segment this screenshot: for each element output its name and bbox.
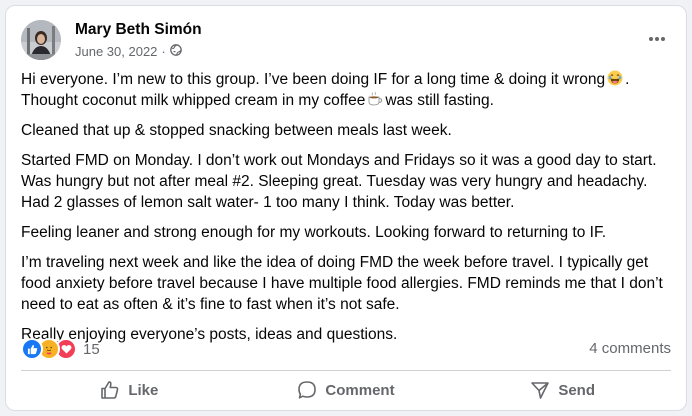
send-label: Send [558, 381, 596, 399]
post-text-1d: was still fasting. [385, 92, 494, 109]
post-stats: 15 4 comments [21, 338, 671, 360]
send-arrow-icon [530, 380, 550, 400]
comment-label: Comment [325, 381, 395, 399]
post-meta: June 30, 2022 · [75, 44, 182, 59]
reactions-summary[interactable]: 15 [21, 338, 100, 360]
post-actions: Like Comment Send [21, 374, 671, 406]
post-text-1b: . [625, 71, 630, 88]
post-paragraph-4: Feeling leaner and strong enough for my … [21, 224, 607, 241]
comments-count-link[interactable]: 4 comments [589, 340, 671, 357]
post-paragraph-1: Hi everyone. I’m new to this group. I’ve… [21, 69, 677, 111]
more-dots-icon[interactable] [645, 30, 669, 48]
laughing-face-icon [607, 70, 623, 86]
post-date[interactable]: June 30, 2022 [75, 44, 157, 59]
post-header: Mary Beth Simón June 30, 2022 · [21, 18, 671, 62]
post-text-1a: Hi everyone. I’m new to this group. I’ve… [21, 71, 606, 88]
like-button[interactable]: Like [21, 374, 238, 406]
avatar[interactable] [21, 20, 61, 60]
coffee-icon [367, 91, 383, 107]
send-button[interactable]: Send [454, 374, 671, 406]
post-body: Hi everyone. I’m new to this group. I’ve… [21, 69, 677, 354]
reaction-count: 15 [83, 340, 100, 358]
post-card: Mary Beth Simón June 30, 2022 · Hi every… [5, 5, 687, 411]
like-label: Like [128, 381, 159, 399]
author-name[interactable]: Mary Beth Simón [75, 21, 202, 39]
like-icon [21, 338, 43, 360]
meta-separator: · [161, 44, 166, 59]
comment-button[interactable]: Comment [238, 374, 455, 406]
post-text-1c: Thought coconut milk whipped cream in my… [21, 92, 366, 109]
post-paragraph-2: Cleaned that up & stopped snacking betwe… [21, 122, 452, 139]
globe-icon [169, 44, 182, 59]
thumbs-up-icon [100, 380, 120, 400]
actions-divider [21, 370, 671, 371]
comment-bubble-icon [297, 380, 317, 400]
post-paragraph-3: Started FMD on Monday. I don’t work out … [21, 152, 657, 211]
post-paragraph-5: I’m traveling next week and like the ide… [21, 254, 663, 313]
